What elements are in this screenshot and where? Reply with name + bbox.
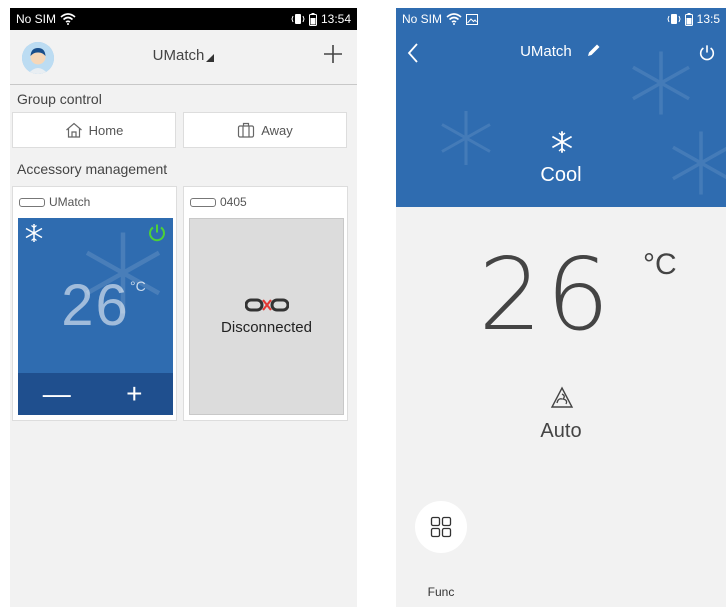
device-control-screen: No SIM 13:5 UMatch Cool 26 °C Auto Func [396,8,726,607]
grid-icon [430,516,452,538]
power-icon[interactable] [698,44,716,62]
snowflake-bg-icon [441,111,491,165]
temperature-control-bar: — + [18,373,173,415]
air-conditioner-icon [19,197,45,207]
home-button[interactable]: Home [12,112,176,148]
snowflake-bg-icon [672,131,726,195]
vibrate-icon [667,14,681,24]
func-label: Func [427,585,455,599]
device-name: 0405 [220,195,247,209]
vibrate-icon [291,14,305,24]
func-button[interactable] [415,501,467,553]
header-title: UMatch [152,47,205,64]
device-temperature-unit: °C [130,278,146,294]
app-header: UMatch [10,30,357,85]
suitcase-icon [238,122,255,138]
device-name: UMatch [49,195,91,209]
plus-icon [324,45,342,63]
status-bar: No SIM 13:5 [396,8,726,30]
away-button[interactable]: Away [183,112,347,148]
wifi-icon [446,13,462,25]
accessory-management-label: Accessory management [17,161,168,177]
device-panel-on[interactable]: 26 °C — + [18,218,173,415]
battery-icon [684,12,693,26]
edit-pencil-icon[interactable] [586,42,602,58]
device-card-header: 0405 [190,195,247,209]
home-icon [65,122,82,138]
header-title-dropdown[interactable]: UMatch [10,47,357,64]
carrier-label: No SIM [16,12,57,26]
device-card-umatch[interactable]: UMatch 26 °C — + [12,186,177,421]
device-card-header: UMatch [19,195,90,209]
decrease-temp-button[interactable]: — [18,373,96,415]
mode-label[interactable]: Cool [396,164,726,187]
device-panel-disconnected[interactable]: Disconnected [189,218,344,415]
temperature-display: 26 [478,236,614,353]
group-control-label: Group control [17,91,102,107]
air-conditioner-icon [190,197,216,207]
fan-icon [550,386,574,408]
device-list-screen: No SIM 13:54 UMatch Group control Home A… [10,8,357,607]
away-label: Away [261,122,293,138]
mode-panel: No SIM 13:5 UMatch Cool [396,8,726,207]
fan-speed-label[interactable]: Auto [396,420,726,443]
disconnected-status: Disconnected [221,319,312,336]
image-notification-icon [466,13,479,25]
broken-link-icon [245,298,289,312]
device-title[interactable]: UMatch [396,42,726,60]
power-icon[interactable] [147,223,167,243]
caret-down-icon [206,54,215,62]
wifi-icon [60,13,76,25]
temperature-unit: °C [643,248,677,281]
carrier-label: No SIM [402,12,443,26]
device-card-0405[interactable]: 0405 Disconnected [183,186,348,421]
snowflake-icon [25,224,43,242]
status-bar: No SIM 13:54 [10,8,357,30]
device-title-label: UMatch [520,43,572,60]
clock-label: 13:5 [696,12,720,26]
battery-icon [308,12,317,26]
device-temperature: 26 [61,273,130,338]
increase-temp-button[interactable]: + [96,373,174,415]
home-label: Home [88,122,124,138]
snowflake-icon [551,131,573,153]
clock-label: 13:54 [320,12,351,26]
add-device-button[interactable] [319,40,347,68]
